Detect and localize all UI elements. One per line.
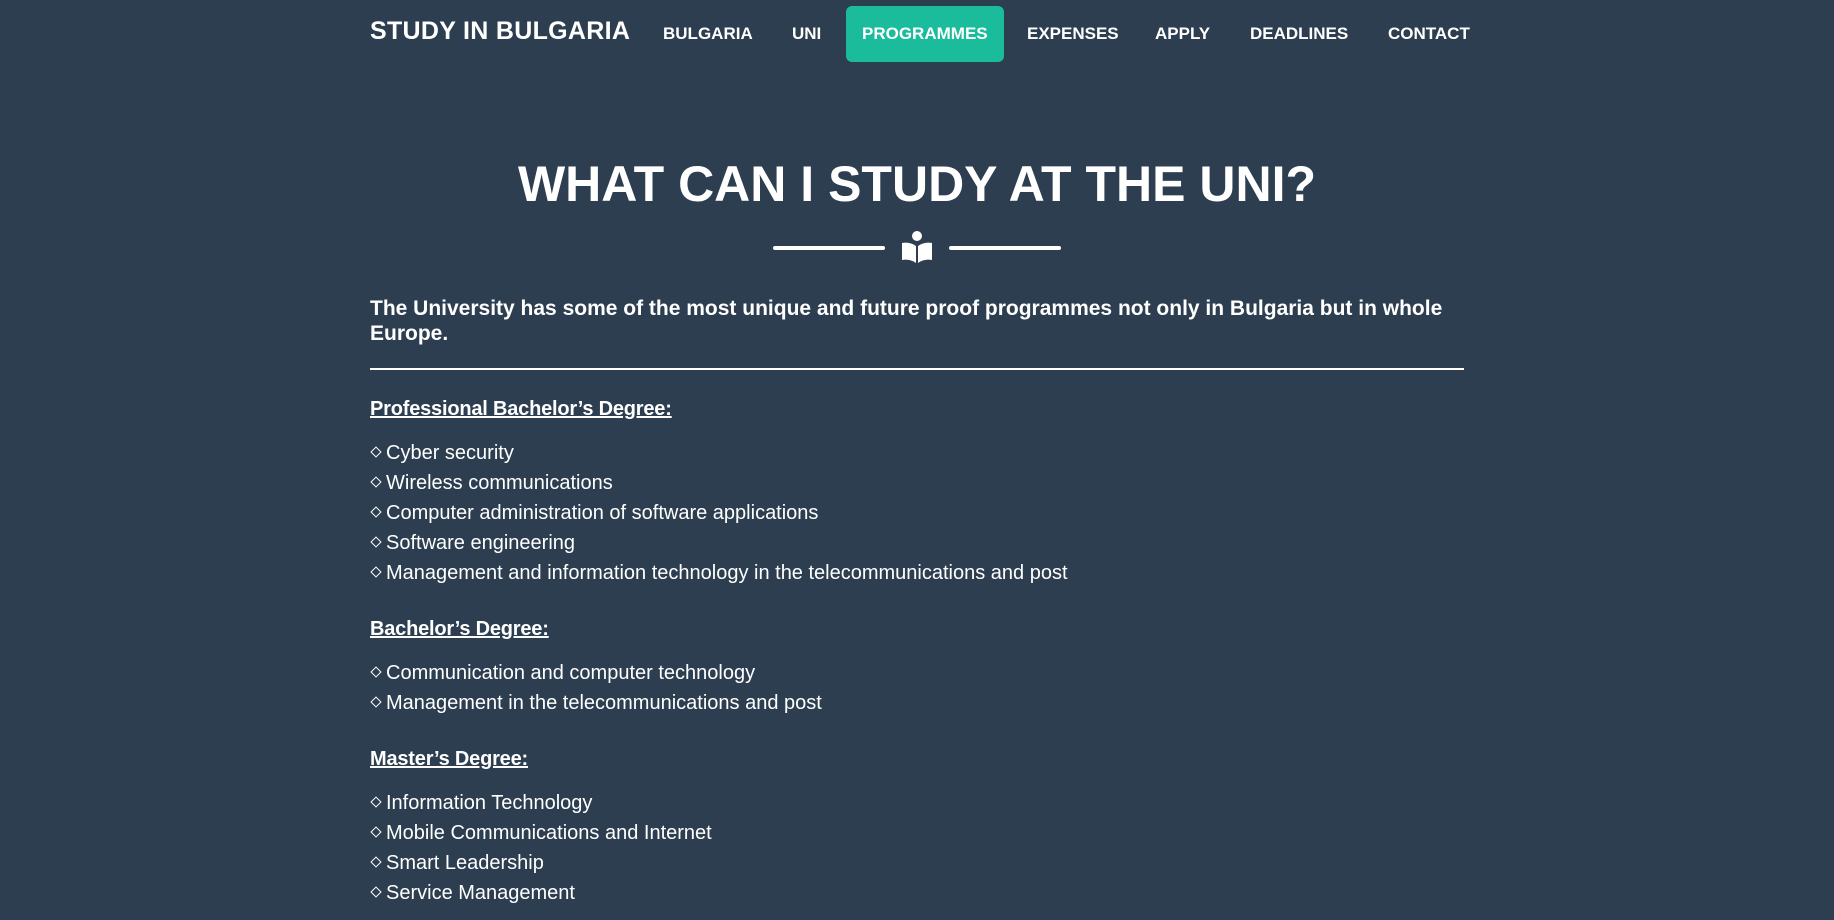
diamond-bullet-icon <box>370 536 382 548</box>
program-name: Communication and computer technology <box>386 662 756 684</box>
nav-item-expenses[interactable]: EXPENSES <box>1011 6 1135 62</box>
divider-line-right <box>949 246 1061 250</box>
program-name: Smart Leadership <box>386 852 544 874</box>
nav-item-apply[interactable]: APPLY <box>1139 6 1226 62</box>
program-list: Communication and computer technology Ma… <box>370 658 1464 718</box>
list-item: Cyber security <box>370 438 1464 468</box>
intro-text: The University has some of the most uniq… <box>370 297 1443 345</box>
program-list: Information Technology Mobile Communicat… <box>370 788 1464 908</box>
nav-item-programmes[interactable]: PROGRAMMES <box>846 6 1004 62</box>
list-item: Computer administration of software appl… <box>370 498 1464 528</box>
section-master: Master’s Degree: Information Technology … <box>370 746 1464 908</box>
section-divider <box>370 368 1464 370</box>
program-name: Service Management <box>386 882 575 904</box>
title-divider <box>370 228 1464 264</box>
diamond-bullet-icon <box>370 856 382 868</box>
diamond-bullet-icon <box>370 666 382 678</box>
list-item: Service Management <box>370 878 1464 908</box>
nav-item-bulgaria[interactable]: BULGARIA <box>647 6 769 62</box>
program-name: Information Technology <box>386 792 593 814</box>
diamond-bullet-icon <box>370 566 382 578</box>
nav-item-contact[interactable]: CONTACT <box>1372 6 1486 62</box>
program-name: Management in the telecommunications and… <box>386 692 822 714</box>
list-item: Smart Leadership <box>370 848 1464 878</box>
section-heading: Master’s Degree: <box>370 748 528 770</box>
diamond-bullet-icon <box>370 446 382 458</box>
list-item: Software engineering <box>370 528 1464 558</box>
program-name: Computer administration of software appl… <box>386 502 819 524</box>
diamond-bullet-icon <box>370 886 382 898</box>
nav-item-deadlines[interactable]: DEADLINES <box>1234 6 1364 62</box>
section-heading: Professional Bachelor’s Degree: <box>370 398 672 420</box>
nav-item-uni[interactable]: UNI <box>776 6 837 62</box>
divider-line-left <box>773 246 885 250</box>
list-item: Communication and computer technology <box>370 658 1464 688</box>
program-name: Mobile Communications and Internet <box>386 822 712 844</box>
list-item: Management and information technology in… <box>370 558 1464 588</box>
brand-link[interactable]: STUDY IN BULGARIA <box>370 17 630 46</box>
list-item: Information Technology <box>370 788 1464 818</box>
section-heading: Bachelor’s Degree: <box>370 618 549 640</box>
program-name: Software engineering <box>386 532 576 554</box>
list-item: Management in the telecommunications and… <box>370 688 1464 718</box>
list-item: Wireless communications <box>370 468 1464 498</box>
list-item: Mobile Communications and Internet <box>370 818 1464 848</box>
diamond-bullet-icon <box>370 696 382 708</box>
book-open-reader-icon <box>902 231 932 263</box>
diamond-bullet-icon <box>370 796 382 808</box>
program-name: Management and information technology in… <box>386 562 1068 584</box>
diamond-bullet-icon <box>370 476 382 488</box>
program-name: Wireless communications <box>386 472 613 494</box>
page-title: WHAT CAN I STUDY AT THE UNI? <box>517 156 1317 212</box>
program-name: Cyber security <box>386 442 514 464</box>
section-professional-bachelor: Professional Bachelor’s Degree: Cyber se… <box>370 396 1464 588</box>
diamond-bullet-icon <box>370 506 382 518</box>
section-bachelor: Bachelor’s Degree: Communication and com… <box>370 616 1464 718</box>
program-list: Cyber security Wireless communications C… <box>370 438 1464 588</box>
top-navbar: STUDY IN BULGARIA BULGARIA UNI PROGRAMME… <box>0 0 1834 68</box>
diamond-bullet-icon <box>370 826 382 838</box>
